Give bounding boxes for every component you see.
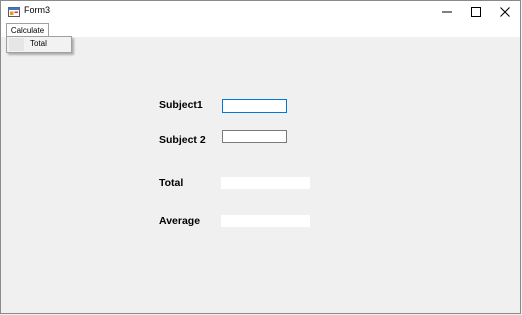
form3-window: Form3 Calculate Total Subject1 Subject 2… [0,0,521,314]
minimize-icon [442,11,452,13]
subject1-input[interactable] [222,99,287,113]
average-output [221,215,310,227]
total-output [221,177,310,189]
menu-item-total[interactable]: Total [30,39,47,48]
menu-bar: Calculate [1,23,520,37]
title-bar[interactable]: Form3 [1,1,520,23]
close-button[interactable] [491,1,519,23]
close-icon [500,7,510,17]
dropdown-icon-gutter [9,38,24,51]
average-label: Average [159,215,201,227]
maximize-icon [471,7,481,17]
form-app-icon [8,7,20,17]
subject1-label: Subject1 [159,99,203,111]
minimize-button[interactable] [433,1,461,23]
calculate-dropdown: Total [6,36,72,53]
maximize-button[interactable] [462,1,490,23]
subject2-label: Subject 2 [159,134,206,146]
subject2-input[interactable] [222,130,287,143]
total-label: Total [159,177,184,189]
menu-calculate[interactable]: Calculate [6,23,49,36]
window-title: Form3 [24,5,51,15]
